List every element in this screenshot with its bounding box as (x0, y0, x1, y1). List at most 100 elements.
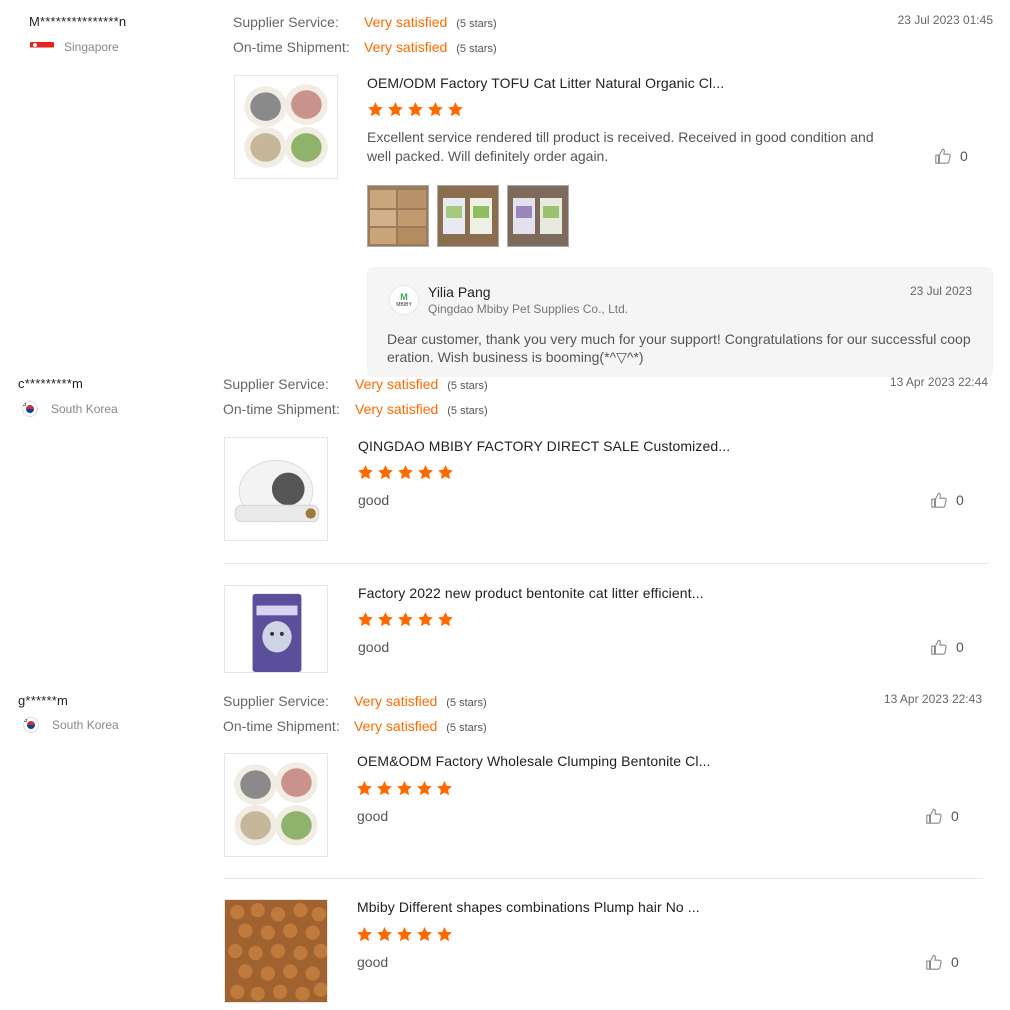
star-icon (397, 611, 414, 628)
star-icon (437, 611, 454, 628)
item-divider (224, 878, 983, 879)
thumbs-up-icon (930, 491, 948, 509)
country-label: Singapore (64, 40, 119, 54)
star-icon (417, 464, 434, 481)
supplier-service-stars: (5 stars) (456, 18, 497, 30)
like-button[interactable]: 0 (925, 807, 959, 825)
thumbs-up-icon (934, 147, 952, 165)
reviewer-country: South Korea (23, 717, 119, 733)
reply-author: Yilia Pang (428, 284, 491, 300)
review-card: c*********m South Korea Supplier Service… (0, 370, 1010, 675)
supplier-service-label: Supplier Service: (223, 693, 329, 709)
supplier-service-value: Very satisfied (354, 693, 438, 709)
country-label: South Korea (52, 718, 119, 732)
item-rating (357, 464, 454, 481)
review-text: good (357, 808, 389, 824)
shipment-label: On-time Shipment: (223, 718, 340, 734)
like-button[interactable]: 0 (925, 953, 959, 971)
star-icon (437, 464, 454, 481)
shipment-value: Very satisfied (354, 718, 438, 734)
shipment-value: Very satisfied (364, 39, 448, 55)
like-count: 0 (951, 954, 959, 970)
product-thumbnail[interactable] (224, 585, 328, 673)
product-title-link[interactable]: OEM/ODM Factory TOFU Cat Litter Natural … (367, 75, 724, 91)
star-icon (436, 780, 453, 797)
supplier-service-label: Supplier Service: (223, 376, 329, 392)
product-thumbnail[interactable] (224, 899, 328, 1003)
item-rating (357, 611, 454, 628)
review-photos (367, 185, 569, 247)
like-button[interactable]: 0 (930, 638, 964, 656)
country-label: South Korea (51, 402, 118, 416)
star-icon (416, 926, 433, 943)
star-icon (377, 464, 394, 481)
product-thumbnail[interactable] (224, 437, 328, 541)
south-korea-flag-icon (22, 401, 38, 417)
like-button[interactable]: 0 (930, 491, 964, 509)
shipment-label: On-time Shipment: (233, 39, 350, 55)
supplier-service-row: Supplier Service: Very satisfied (5 star… (233, 14, 497, 30)
thumbs-up-icon (925, 953, 943, 971)
like-count: 0 (951, 808, 959, 824)
product-thumbnail[interactable] (234, 75, 338, 179)
reviewer-name: c*********m (18, 376, 84, 391)
supplier-service-label: Supplier Service: (233, 14, 339, 30)
reviewer-country: Singapore (30, 40, 119, 54)
supplier-service-row: Supplier Service: Very satisfied (5 star… (223, 693, 487, 709)
star-icon (376, 926, 393, 943)
star-icon (416, 780, 433, 797)
star-icon (447, 101, 464, 118)
review-text: good (357, 954, 389, 970)
item-divider (224, 563, 988, 564)
review-photo[interactable] (367, 185, 429, 247)
review-text: Excellent service rendered till product … (367, 129, 874, 164)
star-icon (357, 464, 374, 481)
star-icon (377, 611, 394, 628)
star-icon (357, 611, 374, 628)
product-title-link[interactable]: QINGDAO MBIBY FACTORY DIRECT SALE Custom… (358, 438, 730, 454)
singapore-flag-icon (30, 41, 54, 53)
shipment-stars: (5 stars) (446, 722, 487, 734)
review-date: 23 Jul 2023 01:45 (897, 13, 993, 27)
review-photo[interactable] (437, 185, 499, 247)
product-title-link[interactable]: Factory 2022 new product bentonite cat l… (358, 585, 704, 601)
supplier-service-stars: (5 stars) (446, 697, 487, 709)
shipment-row: On-time Shipment: Very satisfied (5 star… (223, 718, 487, 734)
review-card: g******m South Korea Supplier Service: V… (0, 686, 1010, 1006)
supplier-service-stars: (5 stars) (447, 380, 488, 392)
review-text: good (358, 492, 390, 508)
reply-company: Qingdao Mbiby Pet Supplies Co., Ltd. (428, 302, 629, 316)
like-count: 0 (960, 148, 968, 164)
star-icon (356, 780, 373, 797)
supplier-logo-icon: M MBIBY (389, 285, 419, 315)
shipment-label: On-time Shipment: (223, 401, 340, 417)
shipment-stars: (5 stars) (447, 405, 488, 417)
star-icon (367, 101, 384, 118)
reviewer-name: M***************n (29, 14, 127, 29)
like-count: 0 (956, 639, 964, 655)
item-rating (356, 926, 453, 943)
product-thumbnail[interactable] (224, 753, 328, 857)
like-count: 0 (956, 492, 964, 508)
reviewer-name: g******m (18, 693, 69, 708)
like-button[interactable]: 0 (934, 147, 968, 165)
shipment-value: Very satisfied (355, 401, 439, 417)
review-photo[interactable] (507, 185, 569, 247)
reply-date: 23 Jul 2023 (909, 284, 972, 298)
star-icon (407, 101, 424, 118)
supplier-service-row: Supplier Service: Very satisfied (5 star… (223, 376, 488, 392)
shipment-stars: (5 stars) (456, 43, 497, 55)
supplier-reply: M MBIBY Yilia Pang Qingdao Mbiby Pet Supp… (367, 267, 993, 377)
shipment-row: On-time Shipment: Very satisfied (5 star… (223, 401, 488, 417)
product-title-link[interactable]: OEM&ODM Factory Wholesale Clumping Bento… (357, 753, 711, 769)
star-icon (436, 926, 453, 943)
reviewer-country: South Korea (22, 401, 118, 417)
star-icon (397, 464, 414, 481)
star-icon (396, 926, 413, 943)
star-icon (427, 101, 444, 118)
review-card: M***************n Singapore Supplier Ser… (0, 0, 1010, 380)
item-rating (356, 780, 453, 797)
star-icon (417, 611, 434, 628)
thumbs-up-icon (930, 638, 948, 656)
product-title-link[interactable]: Mbiby Different shapes combinations Plum… (357, 899, 700, 915)
